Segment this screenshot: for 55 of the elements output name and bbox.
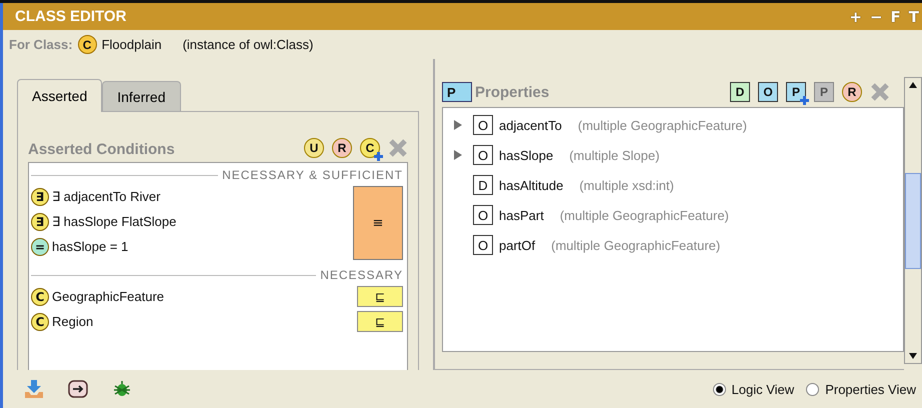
property-type-icon: O bbox=[473, 235, 493, 255]
condition-text[interactable]: Region bbox=[52, 314, 354, 329]
tab[interactable]: Asserted bbox=[17, 79, 102, 112]
window-title: CLASS EDITOR bbox=[15, 8, 126, 25]
for-class-label: For Class: bbox=[9, 37, 73, 52]
class-name: Floodplain bbox=[102, 37, 162, 52]
condition-type-icon: = bbox=[31, 238, 49, 256]
property-range: (multiple GeographicFeature) bbox=[578, 118, 747, 132]
condition-type-icon: C bbox=[31, 288, 49, 306]
defined-marker: ≡ bbox=[353, 186, 403, 260]
scroll-down-arrow-icon[interactable] bbox=[908, 352, 918, 360]
condition-type-icon: ∃ bbox=[31, 188, 49, 206]
scroll-up-arrow-icon[interactable] bbox=[908, 81, 918, 89]
toolbar-icon[interactable]: U bbox=[304, 138, 324, 158]
download-icon[interactable] bbox=[23, 378, 45, 400]
property-name[interactable]: hasAltitude bbox=[499, 178, 564, 192]
property-range: (multiple GeographicFeature) bbox=[560, 208, 729, 222]
property-type-icon: O bbox=[473, 205, 493, 225]
toolbar-icon[interactable]: P bbox=[786, 82, 806, 102]
condition-text[interactable]: ∃ hasSlope FlatSlope bbox=[52, 214, 349, 229]
expand-arrow-icon[interactable] bbox=[453, 119, 463, 131]
property-type-icon: O bbox=[473, 145, 493, 165]
property-range: (multiple GeographicFeature) bbox=[551, 238, 720, 252]
property-name[interactable]: hasPart bbox=[499, 208, 544, 222]
necessary-marker: ⊑ bbox=[357, 286, 403, 307]
condition-type-icon: C bbox=[31, 312, 49, 330]
property-name[interactable]: hasSlope bbox=[499, 148, 554, 162]
toolbar-icon[interactable]: R bbox=[332, 138, 352, 158]
property-type-icon: D bbox=[473, 175, 493, 195]
section-title: Properties bbox=[475, 84, 550, 100]
section-heading: NECESSARY bbox=[320, 268, 403, 282]
scrollbar[interactable] bbox=[904, 77, 922, 364]
expand-arrow-icon[interactable] bbox=[453, 149, 463, 161]
condition-text[interactable]: hasSlope = 1 bbox=[52, 239, 349, 254]
toolbar-icon[interactable]: O bbox=[758, 82, 778, 102]
toolbar-icon[interactable]: C bbox=[360, 138, 380, 158]
toolbar-icon[interactable]: R bbox=[842, 82, 862, 102]
property-name[interactable]: adjacentTo bbox=[499, 118, 562, 132]
section-title: Asserted Conditions bbox=[28, 141, 175, 158]
class-type: (instance of owl:Class) bbox=[182, 37, 314, 52]
properties-icon: P bbox=[442, 82, 472, 102]
class-icon: C bbox=[78, 35, 97, 54]
condition-text[interactable]: ∃ adjacentTo River bbox=[52, 189, 349, 204]
property-name[interactable]: partOf bbox=[499, 238, 536, 252]
tab[interactable]: Inferred bbox=[102, 81, 180, 111]
property-type-icon: O bbox=[473, 115, 493, 135]
property-range: (multiple Slope) bbox=[569, 148, 660, 162]
view-radio[interactable]: Logic View bbox=[712, 382, 794, 396]
condition-text[interactable]: GeographicFeature bbox=[52, 289, 354, 304]
necessary-marker: ⊑ bbox=[357, 311, 403, 332]
section-heading: NECESSARY & SUFFICIENT bbox=[222, 168, 403, 182]
toolbar-icon[interactable]: D bbox=[730, 82, 750, 102]
property-range: (multiple xsd:int) bbox=[579, 178, 674, 192]
view-radio[interactable]: Properties View bbox=[806, 382, 916, 396]
condition-type-icon: ∃ bbox=[31, 212, 49, 230]
